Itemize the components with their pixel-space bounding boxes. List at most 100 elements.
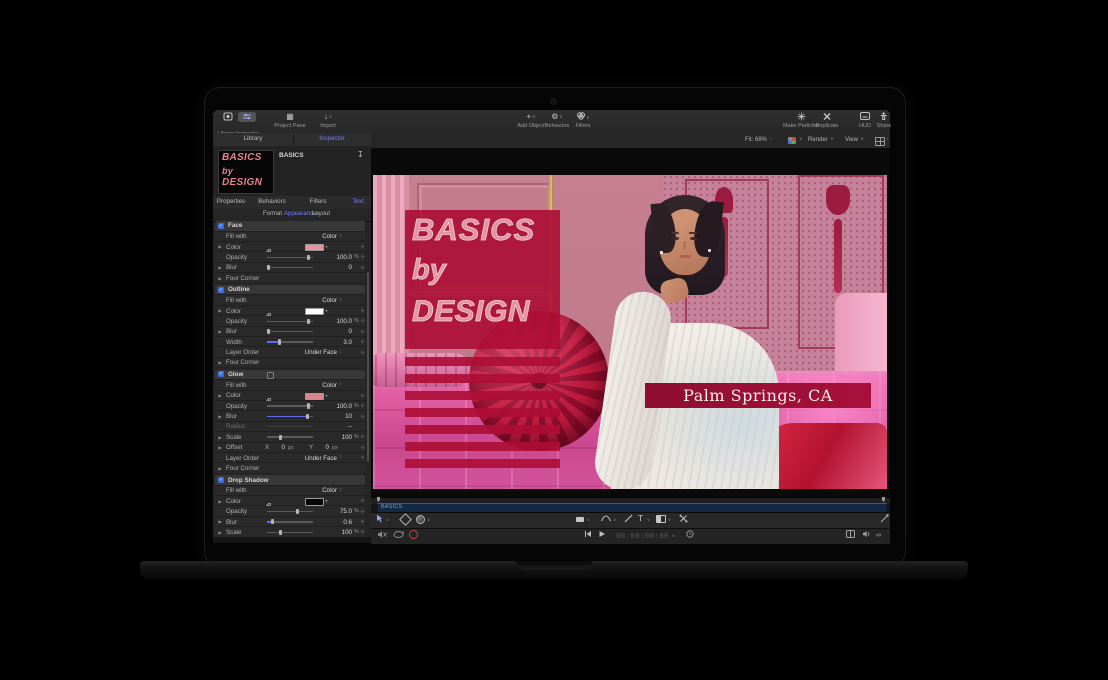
tab-filters[interactable]: Filters bbox=[310, 198, 327, 205]
slider-knob[interactable] bbox=[307, 319, 310, 324]
pane-tab-inspector[interactable]: Inspector bbox=[293, 135, 371, 146]
y-value[interactable]: 0 bbox=[319, 444, 329, 451]
chevron-down-icon[interactable]: ▾ bbox=[326, 498, 328, 503]
chevron-down-icon[interactable]: ∨ bbox=[672, 533, 675, 538]
slider-knob[interactable] bbox=[271, 519, 274, 524]
adjust-item-tool-icon[interactable] bbox=[679, 514, 688, 526]
project-pane-button[interactable]: ▦ Project Pane bbox=[274, 112, 306, 129]
import-button[interactable]: ↓∨ Import bbox=[320, 112, 336, 129]
tab-text[interactable]: Text bbox=[352, 198, 363, 205]
chevron-down-icon[interactable]: ∨ bbox=[668, 517, 671, 522]
slider-knob[interactable] bbox=[307, 403, 310, 408]
loop-icon[interactable] bbox=[393, 530, 404, 542]
color-swatch[interactable] bbox=[305, 393, 324, 401]
make-particles-button[interactable]: Make Particles bbox=[783, 112, 819, 129]
canvas-project-image[interactable]: BASICS by DESIGN Palm Springs, CA bbox=[373, 175, 887, 489]
chevron-down-icon[interactable]: ∨ bbox=[427, 517, 430, 522]
slider[interactable] bbox=[267, 341, 313, 342]
zoom-level[interactable]: Fit: 68% ↕ bbox=[745, 136, 772, 143]
keyframe-icon[interactable] bbox=[360, 519, 364, 523]
slider[interactable] bbox=[267, 436, 313, 437]
keyframe-icon[interactable] bbox=[360, 435, 364, 439]
color-swatch[interactable] bbox=[305, 498, 324, 506]
keyframe-icon[interactable] bbox=[360, 509, 364, 513]
panel-scrollbar[interactable] bbox=[367, 272, 370, 462]
section-header-face[interactable]: ✓Face bbox=[215, 221, 365, 231]
filters-button[interactable]: ∨ Filters bbox=[576, 112, 591, 129]
section-header-glow[interactable]: ✓Glow bbox=[215, 370, 365, 380]
slider[interactable] bbox=[267, 267, 313, 268]
title-overlay-box[interactable]: BASICS by DESIGN bbox=[405, 210, 560, 340]
keyframe-icon[interactable] bbox=[360, 404, 364, 408]
keyframe-icon[interactable] bbox=[360, 445, 364, 449]
replicate-button[interactable]: Replicate bbox=[816, 112, 839, 129]
keyframe-icon[interactable] bbox=[360, 329, 364, 333]
chevron-down-icon[interactable]: ∨ bbox=[386, 517, 389, 522]
link-loop-icon[interactable]: ∞ bbox=[876, 531, 881, 541]
popup-value[interactable]: Color bbox=[322, 382, 337, 389]
keyframe-icon[interactable] bbox=[360, 255, 364, 259]
line-tool-icon[interactable] bbox=[624, 514, 633, 526]
tab-behaviors[interactable]: Behaviors bbox=[258, 198, 286, 205]
slider-knob[interactable] bbox=[279, 530, 282, 535]
popup-value[interactable]: Under Face bbox=[305, 349, 337, 356]
keyframe-icon[interactable] bbox=[360, 499, 364, 503]
timecode-display[interactable]: 00:00:00:00 bbox=[616, 532, 669, 540]
crop-tool-icon[interactable] bbox=[401, 515, 410, 527]
play-icon[interactable] bbox=[598, 530, 606, 541]
popup-value[interactable]: Under Face bbox=[305, 455, 337, 462]
chevron-down-icon[interactable]: ∨ bbox=[647, 517, 650, 522]
stepper-icon[interactable]: ↕ bbox=[339, 233, 342, 239]
view-menu[interactable]: View ∨ bbox=[845, 136, 864, 143]
x-value[interactable]: 0 bbox=[275, 444, 285, 451]
keyframe-icon[interactable] bbox=[360, 308, 364, 312]
record-icon[interactable] bbox=[409, 530, 418, 542]
film-icon[interactable] bbox=[846, 530, 855, 541]
checkbox[interactable]: ✓ bbox=[218, 371, 224, 377]
stepper-icon[interactable]: ↕ bbox=[339, 454, 342, 460]
section-header-drop-shadow[interactable]: ✓Drop Shadow bbox=[215, 475, 365, 485]
stepper-icon[interactable]: ↕ bbox=[339, 349, 342, 355]
disclosure-icon[interactable]: ▶ bbox=[219, 445, 222, 450]
slider-knob[interactable] bbox=[279, 435, 282, 440]
disclosure-icon[interactable]: ▶ bbox=[219, 329, 222, 334]
disclosure-icon[interactable]: ▶ bbox=[219, 530, 222, 535]
color-swatch[interactable] bbox=[305, 244, 324, 252]
bezier-tool-icon[interactable] bbox=[601, 514, 611, 525]
popup-value[interactable]: Color bbox=[322, 297, 337, 304]
audio-mute-icon[interactable] bbox=[377, 530, 387, 542]
chevron-down-icon[interactable]: ▾ bbox=[326, 393, 328, 398]
slider[interactable] bbox=[267, 416, 313, 417]
disclosure-icon[interactable]: ▶ bbox=[219, 499, 222, 504]
keyframe-icon[interactable] bbox=[360, 265, 364, 269]
inspector-button[interactable] bbox=[238, 112, 256, 122]
chevron-down-icon[interactable]: ▾ bbox=[326, 244, 328, 249]
animation-menu-icon[interactable] bbox=[267, 372, 274, 379]
speaker-icon[interactable] bbox=[862, 530, 871, 541]
select-tool-icon[interactable] bbox=[376, 514, 383, 526]
keyframe-icon[interactable] bbox=[360, 455, 364, 459]
keyframe-icon[interactable] bbox=[360, 414, 364, 418]
render-menu[interactable]: Render ∨ bbox=[808, 136, 834, 143]
slider[interactable] bbox=[267, 532, 313, 533]
chevron-down-icon[interactable]: ∨ bbox=[613, 517, 616, 522]
disclosure-icon[interactable]: ▶ bbox=[219, 466, 222, 471]
section-header-outline[interactable]: ✓Outline bbox=[215, 285, 365, 295]
keyframe-icon[interactable] bbox=[360, 244, 364, 248]
slider-knob[interactable] bbox=[278, 339, 281, 344]
slider-knob[interactable] bbox=[267, 265, 270, 270]
subtab-layout[interactable]: Layout bbox=[312, 211, 330, 217]
location-banner[interactable]: Palm Springs, CA bbox=[645, 383, 871, 408]
keyframe-icon[interactable] bbox=[360, 319, 364, 323]
disclosure-icon[interactable]: ▶ bbox=[219, 414, 222, 419]
stepper-icon[interactable]: ↕ bbox=[339, 487, 342, 493]
subtab-format[interactable]: Format bbox=[263, 211, 282, 217]
disclosure-icon[interactable]: ▶ bbox=[219, 244, 222, 249]
disclosure-icon[interactable]: ▶ bbox=[219, 308, 222, 313]
checkbox[interactable]: ✓ bbox=[218, 287, 224, 293]
disclosure-icon[interactable]: ▶ bbox=[219, 360, 222, 365]
chevron-down-icon[interactable]: ▾ bbox=[326, 308, 328, 313]
slider[interactable] bbox=[267, 405, 313, 406]
share-button[interactable]: Share bbox=[877, 112, 892, 129]
library-button[interactable] bbox=[221, 112, 235, 122]
